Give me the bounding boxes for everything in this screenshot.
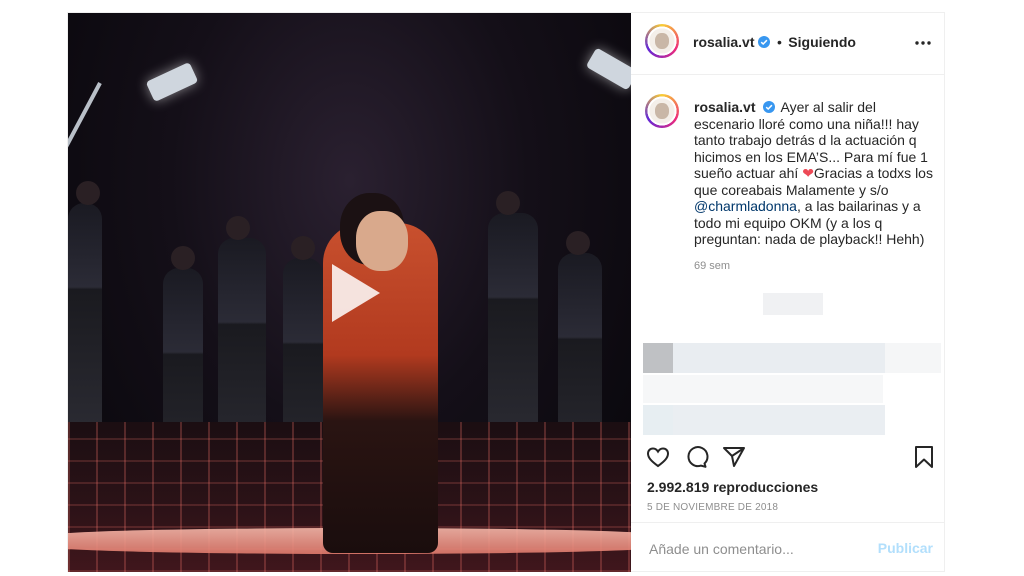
author-handle[interactable]: rosalia.vt bbox=[693, 34, 754, 50]
blurred-region bbox=[673, 405, 885, 435]
post-side-panel: rosalia.vt • Siguiendo rosalia.vt Ayer al… bbox=[631, 13, 945, 572]
verified-badge-icon bbox=[763, 101, 776, 113]
heart-emoji: ❤ bbox=[802, 165, 814, 181]
post-caption: rosalia.vt Ayer al salir del escenario ll… bbox=[694, 99, 934, 248]
mention-link[interactable]: @charmladonna bbox=[694, 198, 797, 214]
comment-bar: Publicar bbox=[631, 522, 945, 573]
blurred-region bbox=[643, 343, 673, 373]
caption-avatar[interactable] bbox=[645, 94, 679, 128]
post-time-ago[interactable]: 69 sem bbox=[694, 260, 730, 272]
comment-input[interactable] bbox=[647, 538, 871, 560]
share-icon[interactable] bbox=[721, 444, 747, 470]
caption-author-handle[interactable]: rosalia.vt bbox=[694, 99, 755, 115]
instagram-post: rosalia.vt • Siguiendo rosalia.vt Ayer al… bbox=[67, 12, 945, 572]
blurred-region bbox=[643, 375, 883, 403]
publish-button[interactable]: Publicar bbox=[878, 540, 933, 556]
stage-light bbox=[585, 47, 631, 91]
blurred-region bbox=[885, 343, 941, 373]
blurred-region bbox=[643, 405, 673, 435]
bookmark-icon[interactable] bbox=[911, 444, 937, 470]
following-button[interactable]: Siguiendo bbox=[788, 34, 856, 50]
verified-badge-icon bbox=[758, 36, 771, 48]
dancer bbox=[488, 191, 538, 453]
view-count[interactable]: 2.992.819 reproducciones bbox=[647, 479, 818, 495]
header-meta: rosalia.vt • Siguiendo bbox=[693, 34, 856, 52]
post-actions bbox=[631, 440, 945, 480]
blurred-region bbox=[763, 293, 823, 315]
stage-light bbox=[145, 61, 199, 103]
post-header: rosalia.vt • Siguiendo bbox=[631, 13, 945, 75]
dancer bbox=[68, 181, 102, 443]
avatar[interactable] bbox=[645, 24, 679, 58]
separator-dot: • bbox=[776, 34, 782, 50]
heart-icon[interactable] bbox=[645, 444, 671, 470]
comment-icon[interactable] bbox=[683, 444, 709, 470]
blurred-region bbox=[673, 343, 885, 373]
more-options-icon[interactable] bbox=[913, 33, 933, 53]
post-date: 5 DE NOVIEMBRE DE 2018 bbox=[647, 502, 779, 513]
play-icon[interactable] bbox=[318, 258, 388, 328]
post-video[interactable] bbox=[68, 13, 631, 572]
